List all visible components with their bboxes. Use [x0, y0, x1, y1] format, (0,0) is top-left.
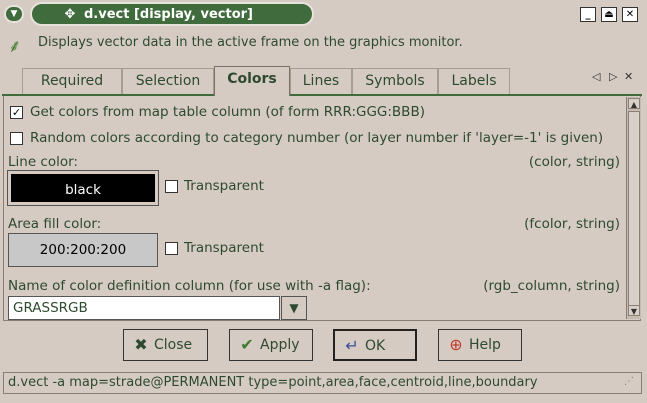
title-bar: ▼ ✥ d.vect [display, vector] _ ⏏ ✕	[0, 0, 647, 30]
tab-bar: Required Selection Colors Lines Symbols …	[2, 66, 642, 96]
close-x-icon: ✖	[134, 335, 148, 354]
close-button-label: Close	[154, 337, 193, 353]
help-button[interactable]: ⊕ Help	[438, 329, 522, 361]
checkmark-icon: ✔	[240, 335, 254, 354]
apply-button[interactable]: ✔ Apply	[229, 329, 313, 361]
rgb-column-input[interactable]: GRASSRGB	[8, 296, 280, 320]
area-transparent-label: Transparent	[184, 240, 264, 256]
line-transparent-label: Transparent	[184, 178, 264, 194]
app-icon: ✥	[64, 7, 76, 22]
vertical-scrollbar[interactable]: ▲ ▼	[626, 97, 641, 319]
area-color-hint: (fcolor, string)	[524, 216, 620, 232]
tab-scroll-left-icon[interactable]: ◁	[592, 70, 600, 83]
random-colors-checkbox[interactable]	[10, 132, 23, 145]
line-color-label: Line color:	[8, 154, 78, 170]
window-title: d.vect [display, vector]	[84, 7, 253, 22]
tab-colors[interactable]: Colors	[214, 66, 290, 96]
tab-labels[interactable]: Labels	[438, 68, 510, 94]
area-transparent-checkbox[interactable]	[165, 242, 178, 255]
tab-close-icon[interactable]: ✕	[624, 70, 633, 83]
lifebuoy-icon: ⊕	[449, 335, 463, 354]
chevron-down-icon[interactable]: ▼	[281, 296, 307, 320]
line-color-hint: (color, string)	[528, 154, 620, 170]
command-status-bar: d.vect -a map=strade@PERMANENT type=poin…	[3, 372, 642, 394]
tab-symbols[interactable]: Symbols	[352, 68, 438, 94]
line-color-button[interactable]: black	[7, 170, 159, 206]
apply-button-label: Apply	[260, 337, 300, 353]
random-colors-label: Random colors according to category numb…	[30, 130, 604, 146]
window-menu-button[interactable]: ▼	[4, 5, 24, 23]
minimize-icon[interactable]: _	[580, 7, 596, 22]
scroll-down-icon[interactable]: ▼	[628, 305, 640, 316]
tab-required[interactable]: Required	[22, 68, 122, 94]
title-pill[interactable]: ✥ d.vect [display, vector]	[30, 2, 314, 26]
area-color-button[interactable]: 200:200:200	[8, 233, 158, 267]
tab-selection[interactable]: Selection	[122, 68, 214, 94]
line-transparent-checkbox[interactable]	[165, 180, 178, 193]
module-description: Displays vector data in the active frame…	[38, 35, 463, 50]
tab-scroll-right-icon[interactable]: ▷	[609, 70, 617, 83]
close-icon[interactable]: ✕	[622, 7, 638, 22]
scroll-up-icon[interactable]: ▲	[628, 98, 640, 109]
resize-grip-icon[interactable]: ⋰	[624, 376, 638, 390]
enter-arrow-icon: ↵	[345, 336, 359, 355]
area-color-label: Area fill color:	[8, 216, 102, 232]
close-button[interactable]: ✖ Close	[123, 329, 208, 361]
maximize-icon[interactable]: ⏏	[601, 7, 617, 22]
help-button-label: Help	[469, 337, 501, 353]
scroll-thumb[interactable]	[628, 111, 640, 311]
ok-button-label: OK	[365, 338, 386, 354]
rgb-column-label: Name of color definition column (for use…	[8, 278, 371, 294]
table-colors-checkbox[interactable]: ✓	[10, 106, 23, 119]
rgb-column-hint: (rgb_column, string)	[483, 278, 620, 294]
tab-lines[interactable]: Lines	[290, 68, 352, 94]
ok-button[interactable]: ↵ OK	[333, 329, 417, 361]
table-colors-label: Get colors from map table column (of for…	[30, 104, 425, 120]
grass-logo-icon: ⸙	[8, 36, 22, 57]
